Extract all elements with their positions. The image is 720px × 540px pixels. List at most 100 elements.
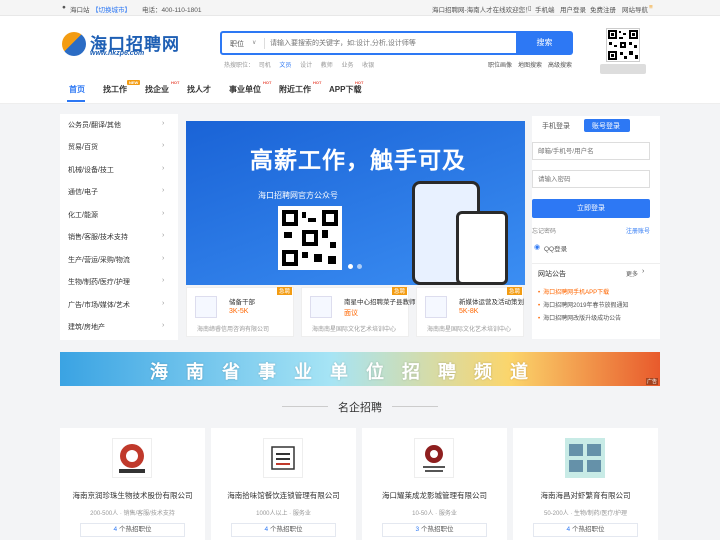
username-field[interactable]	[532, 142, 650, 160]
job-company: 海南缔睿信用咨询有限公司	[197, 327, 270, 333]
banner-qr-code	[278, 206, 342, 270]
nav-home[interactable]: 首页	[69, 84, 85, 95]
hot-jobs-button[interactable]: 4 个热招职位	[533, 523, 638, 537]
chevron-right-icon: ›	[162, 210, 165, 217]
job-title: 新媒体运营及活动策划	[459, 299, 524, 306]
category-item[interactable]: 建筑/房地产	[68, 322, 105, 332]
search-button[interactable]: 搜索	[516, 31, 573, 55]
more-link[interactable]: 更多	[626, 269, 638, 278]
hot-jobs-button[interactable]: 4 个热招职位	[231, 523, 336, 537]
notice-item[interactable]: • 海口招聘网改版升级成功公告	[538, 313, 621, 322]
category-item[interactable]: 生产/营运/采购/物流	[68, 255, 130, 265]
category-item[interactable]: 销售/客服/技术支持	[68, 232, 128, 242]
nav-label: APP下载	[329, 85, 362, 94]
notice-item[interactable]: • 海口招聘网手机APP下载	[538, 287, 609, 296]
company-logo	[414, 438, 454, 478]
login-link[interactable]: 用户登录	[560, 4, 586, 14]
chevron-right-icon: ›	[162, 322, 165, 329]
search-input[interactable]	[270, 36, 510, 51]
search-type-select[interactable]: 职位	[230, 39, 244, 49]
company-name: 海南海昌对虾繁育有限公司	[540, 491, 631, 500]
job-company: 海南南星国际文化艺术培训中心	[312, 327, 397, 333]
hot-item[interactable]: 设计	[300, 63, 312, 69]
site-nav-link[interactable]: 网站导航	[622, 4, 648, 14]
urgent-tag: 急聘	[392, 287, 408, 295]
category-item[interactable]: 公务员/翻译/其他	[68, 120, 121, 130]
job-profile-link[interactable]: 职位画像	[488, 60, 512, 69]
hot-jobs-button[interactable]: 4 个热招职位	[80, 523, 185, 537]
switch-city-link[interactable]: 【切换城市】	[92, 4, 131, 14]
chevron-right-icon[interactable]: ›	[642, 268, 644, 275]
job-company: 海南南星国际文化艺术培训中心	[427, 327, 512, 333]
tab-account-login[interactable]: 账号登录	[592, 121, 620, 131]
category-item[interactable]: 通信/电子	[68, 187, 98, 197]
hot-jobs-label: 个热招职位	[118, 526, 152, 533]
building-icon	[425, 296, 447, 318]
urgent-tag: 急聘	[277, 287, 293, 295]
logo-url: www.hkzp6.com	[90, 50, 145, 57]
category-item[interactable]: 机械/设备/技工	[68, 165, 114, 175]
hot-item[interactable]: 教师	[321, 63, 333, 69]
nav-label: 找企业	[145, 85, 169, 94]
job-title: 储备干部	[229, 299, 255, 306]
nav-find-talent[interactable]: 找人才	[187, 84, 211, 95]
tab-mobile-login[interactable]: 手机登录	[542, 121, 570, 131]
company-name: 海南京润珍珠生物技术股份有限公司	[72, 491, 193, 500]
register-account-link[interactable]: 注册账号	[626, 226, 650, 235]
category-list: 公务员/翻译/其他 › 贸易/百货 › 机械/设备/技工 › 通信/电子 › 化工/能源…	[60, 114, 178, 340]
nav-nearby-jobs[interactable]: 附近工作 HOT	[279, 80, 321, 95]
job-card[interactable]: 南星中心招聘菜子县教师 面议 海南南星国际文化艺术培训中心 急聘	[301, 287, 416, 337]
qq-login-link[interactable]: QQ登录	[544, 243, 567, 253]
hot-item[interactable]: 文员	[279, 63, 291, 69]
company-card[interactable]: 海南京润珍珠生物技术股份有限公司 200-500人 · 销售/客服/技术支持 4…	[60, 428, 205, 540]
register-link[interactable]: 免费注册	[590, 4, 616, 14]
mobile-link[interactable]: 手机端	[535, 4, 555, 14]
notice-title: 网站公告	[538, 271, 566, 278]
password-field[interactable]	[532, 170, 650, 188]
notice-panel: 网站公告 更多 › • 海口招聘网手机APP下载 • 海口招聘网2019年春节放假通…	[532, 263, 660, 339]
qr-code	[606, 28, 640, 62]
menu-icon[interactable]: ≡	[649, 4, 653, 11]
hot-item[interactable]: 收银	[362, 63, 374, 69]
job-card[interactable]: 新媒体运营及活动策划 5K-8K 海南南星国际文化艺术培训中心 急聘	[416, 287, 524, 337]
login-button[interactable]: 立即登录	[532, 199, 650, 218]
category-item[interactable]: 贸易/百货	[68, 142, 98, 152]
qq-icon[interactable]: ◉	[534, 243, 540, 251]
phone-text: 电话：400-110-1801	[142, 7, 202, 14]
company-name: 海南拾味馆餐饮连锁管理有限公司	[227, 491, 340, 500]
company-logo	[112, 438, 152, 478]
chevron-down-icon[interactable]: ∨	[252, 39, 256, 46]
forgot-password-link[interactable]: 忘记密码	[532, 226, 556, 235]
job-card[interactable]: 储备干部 3K-5K 海南缔睿信用咨询有限公司 急聘	[186, 287, 294, 337]
hot-item[interactable]: 业务	[341, 63, 353, 69]
company-card[interactable]: 海南拾味馆餐饮连锁管理有限公司 1000人以上 · 服务业 4 个热招职位	[211, 428, 356, 540]
carousel-dot[interactable]	[348, 264, 353, 269]
category-item[interactable]: 广告/市场/媒体/艺术	[68, 300, 130, 310]
notice-item[interactable]: • 海口招聘网2019年春节放假通知	[538, 300, 628, 309]
ad-label: 广告	[645, 378, 658, 385]
hero-banner[interactable]: 高薪工作，触手可及 海口招聘网官方公众号	[186, 121, 525, 285]
advanced-search-link[interactable]: 高级搜索	[548, 60, 572, 69]
carousel-dot[interactable]	[357, 264, 362, 269]
login-panel: 手机登录 账号登录 立即登录 忘记密码 注册账号 ◉ QQ登录	[532, 116, 660, 263]
nav-find-company[interactable]: 找企业 HOT	[145, 80, 179, 95]
nav-label: 附近工作	[279, 85, 311, 94]
top-bar: ● 海口站 【切换城市】 电话：400-110-1801 海口招聘网-海南人才在…	[0, 0, 720, 16]
hot-jobs-button[interactable]: 3 个热招职位	[382, 523, 487, 537]
notice-text: 海口招聘网手机APP下载	[543, 290, 610, 296]
category-item[interactable]: 生物/制药/医疗/护理	[68, 277, 130, 287]
nav-app-download[interactable]: APP下载 HOT	[329, 80, 363, 95]
company-card[interactable]: 海南海昌对虾繁育有限公司 50-200人 · 生物/制药/医疗/护理 4 个热招…	[513, 428, 658, 540]
map-search-link[interactable]: 地图搜索	[518, 60, 542, 69]
category-item[interactable]: 化工/能源	[68, 210, 98, 220]
qr-caption-bar	[600, 64, 646, 74]
nav-public-institution[interactable]: 事业单位 HOT	[229, 80, 271, 95]
location-icon: ●	[62, 4, 66, 11]
chevron-right-icon: ›	[162, 232, 165, 239]
recruitment-channel-banner[interactable]: 海南省事业单位招聘频道 广告	[60, 352, 660, 386]
nav-find-job[interactable]: 找工作 NEW	[103, 80, 141, 95]
city-label: 海口站	[70, 7, 90, 14]
site-logo[interactable]: 海口招聘网 www.hkzp6.com	[62, 30, 179, 60]
hot-item[interactable]: 司机	[259, 63, 271, 69]
company-card[interactable]: 海口耀莱成龙影城管理有限公司 10-50人 · 服务业 3 个热招职位	[362, 428, 507, 540]
